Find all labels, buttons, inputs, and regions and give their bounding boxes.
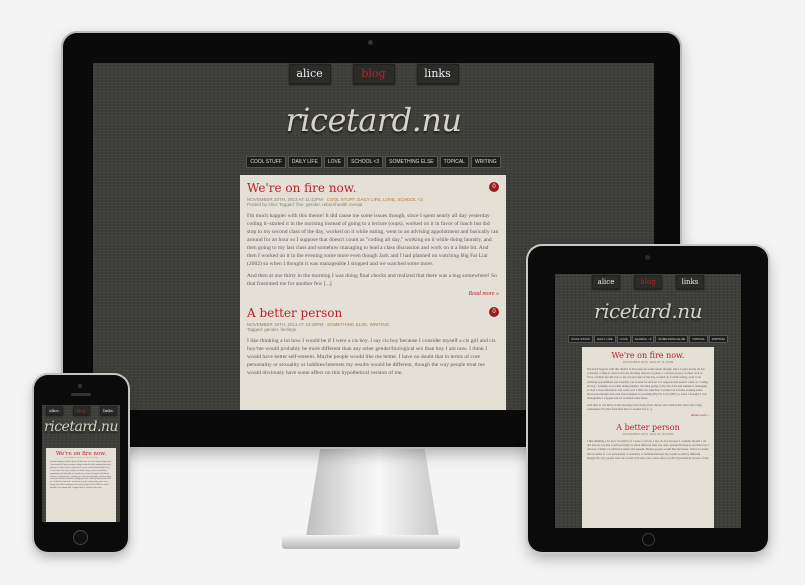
nav-alice[interactable]: alice	[45, 406, 63, 415]
post-paragraph: And then at one thirty in the morning I …	[247, 273, 497, 287]
category-cool-stuff[interactable]: COOL STUFF	[246, 156, 286, 168]
post-title[interactable]: A better person	[587, 423, 709, 432]
post-paragraph: And then at one thirty in the morning I …	[587, 402, 702, 411]
imac-stand	[305, 443, 440, 543]
iphone-screen: alice blog links ricetard.nu We're on fi…	[42, 405, 120, 522]
comment-count-badge[interactable]: 0	[489, 307, 499, 317]
iphone-camera	[78, 384, 82, 388]
content-paper: We're on fire now. 0 NOVEMBER 20TH, 2013…	[240, 175, 506, 410]
nav-links[interactable]: links	[676, 275, 704, 289]
category-love[interactable]: LOVE	[323, 156, 346, 168]
ipad-screen: alice blog links ricetard.nu COOL STUFF …	[555, 274, 741, 528]
post: We're on fire now. 0 NOVEMBER 20TH, 2013…	[247, 181, 499, 297]
imac-camera	[368, 40, 373, 45]
post-meta: NOVEMBER 20TH, 2013 AT 11:42PM	[622, 360, 674, 364]
category-school[interactable]: SCHOOL <3	[631, 335, 655, 343]
iphone-home-button[interactable]	[73, 530, 88, 545]
category-topical[interactable]: TOPICAL	[439, 156, 469, 168]
nav-alice[interactable]: alice	[288, 64, 331, 84]
post: A better person 0 NOVEMBER 19TH, 2013 AT…	[247, 306, 499, 377]
post-paragraph: I'm much happier with this theme! It did…	[587, 367, 708, 401]
post-categories[interactable]: SOMETHING ELSE, WRITING	[327, 322, 389, 327]
content-paper: We're on fire now. NOVEMBER 20TH, 2013 A…	[46, 448, 116, 522]
content-paper: We're on fire now. NOVEMBER 20TH, 2013 A…	[582, 347, 714, 528]
nav-blog[interactable]: blog	[72, 406, 90, 415]
main-nav: alice blog links	[93, 64, 654, 84]
nav-alice[interactable]: alice	[592, 275, 620, 289]
category-something-else[interactable]: SOMETHING ELSE	[655, 335, 689, 343]
site-logo[interactable]: ricetard.nu	[555, 299, 741, 323]
category-cool-stuff[interactable]: COOL STUFF	[568, 335, 594, 343]
post-tags: Posted by Alice Tagged: fine, gender, re…	[247, 202, 363, 207]
site-logo[interactable]: ricetard.nu	[42, 419, 120, 435]
iphone-speaker	[71, 393, 91, 396]
category-something-else[interactable]: SOMETHING ELSE	[385, 156, 438, 168]
category-love[interactable]: LOVE	[616, 335, 631, 343]
main-nav: alice blog links	[555, 275, 741, 289]
post-tags: Tagged: gender, feelings	[247, 327, 297, 332]
comment-count-badge[interactable]: 0	[489, 182, 499, 192]
post-meta: NOVEMBER 19TH, 2013 AT 10:40PM	[622, 432, 674, 437]
post-title[interactable]: A better person	[247, 306, 499, 320]
site-logo[interactable]: ricetard.nu	[93, 101, 654, 139]
category-writing[interactable]: WRITING	[708, 335, 728, 343]
category-daily-life[interactable]: DAILY LIFE	[287, 156, 322, 168]
nav-blog[interactable]: blog	[352, 64, 395, 84]
post-paragraph: I'm much happier with this theme! It did…	[50, 461, 112, 490]
imac-stand-base	[282, 535, 460, 549]
category-nav: COOL STUFF DAILY LIFE LOVE SCHOOL <3 SOM…	[555, 335, 741, 343]
category-writing[interactable]: WRITING	[470, 156, 501, 168]
post-paragraph: I like thinking a lot how I would be if …	[247, 338, 496, 376]
main-nav: alice blog links	[42, 406, 120, 415]
ipad-camera	[645, 255, 650, 260]
post-title[interactable]: We're on fire now.	[247, 181, 499, 195]
category-nav: COOL STUFF DAILY LIFE LOVE SCHOOL <3 SOM…	[93, 156, 654, 168]
category-school[interactable]: SCHOOL <3	[347, 156, 384, 168]
category-topical[interactable]: TOPICAL	[689, 335, 708, 343]
post-title[interactable]: We're on fire now.	[587, 351, 709, 360]
read-more-link[interactable]: Read more »	[247, 291, 499, 297]
nav-blog[interactable]: blog	[634, 275, 662, 289]
ipad-home-button[interactable]	[642, 533, 655, 546]
post-paragraph: I like thinking a lot how I would be if …	[587, 439, 709, 460]
post-paragraph: I'm much happier with this theme! It did…	[247, 213, 499, 267]
category-daily-life[interactable]: DAILY LIFE	[594, 335, 616, 343]
read-more-link[interactable]: Read more »	[587, 413, 709, 417]
post-meta: NOVEMBER 20TH, 2013 AT 11:42PM	[64, 457, 98, 459]
nav-links[interactable]: links	[99, 406, 117, 415]
nav-links[interactable]: links	[416, 64, 459, 84]
